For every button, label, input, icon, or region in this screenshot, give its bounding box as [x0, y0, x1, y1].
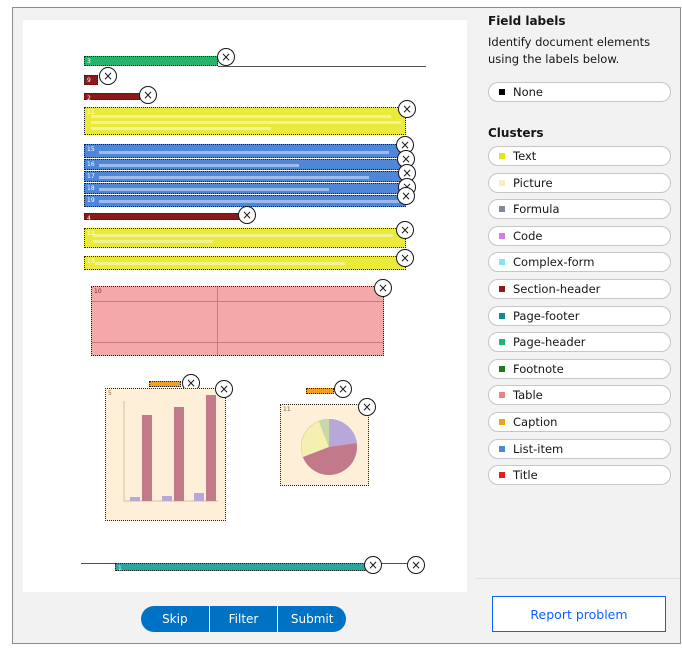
color-swatch [499, 445, 505, 452]
color-swatch [499, 179, 505, 186]
region-badge: 15 [87, 146, 95, 153]
label-option-picture[interactable]: Picture [488, 172, 671, 193]
color-swatch [499, 206, 505, 213]
region-page-header[interactable]: 3 [84, 56, 218, 66]
delete-region-button[interactable]: × [215, 380, 233, 398]
region-badge: 9 [87, 77, 91, 84]
delete-region-button[interactable]: × [397, 187, 415, 205]
color-swatch [499, 339, 505, 346]
delete-region-button[interactable]: × [217, 48, 235, 66]
region-list-item[interactable]: 18 [84, 183, 406, 194]
label-option-text: Picture [513, 175, 553, 190]
clusters-heading: Clusters [488, 126, 544, 140]
delete-region-button[interactable]: × [238, 206, 256, 224]
delete-region-button[interactable]: × [407, 556, 425, 574]
delete-region-button[interactable]: × [99, 67, 117, 85]
document-canvas: 3 × 9 × 2 × 11 × 15 × 16 × 17 × 18 × 19 [23, 20, 467, 592]
action-button-group: Skip Filter Submit [141, 606, 346, 632]
label-option-text: List-item [513, 441, 564, 456]
region-badge: 4 [87, 215, 91, 222]
delete-region-button[interactable]: × [398, 100, 416, 118]
label-option-none[interactable]: None [488, 82, 671, 102]
label-option-text[interactable]: Text [488, 146, 671, 166]
label-option-text: Footnote [513, 361, 564, 376]
bar-chart-picture [123, 395, 218, 502]
region-badge: 16 [87, 161, 95, 168]
region-badge: 1 [118, 565, 122, 572]
region-page-footer[interactable]: 1 [115, 563, 367, 572]
region-list-item[interactable]: 16 [84, 159, 406, 170]
delete-region-button[interactable]: × [364, 556, 382, 574]
skip-button[interactable]: Skip [141, 606, 210, 632]
submit-button[interactable]: Submit [278, 606, 346, 632]
label-option-formula[interactable]: Formula [488, 199, 671, 220]
pie-chart-picture [301, 418, 357, 475]
label-option-footnote[interactable]: Footnote [488, 358, 671, 379]
label-option-table[interactable]: Table [488, 385, 671, 406]
color-swatch [499, 472, 505, 479]
delete-region-button[interactable]: × [334, 380, 352, 398]
region-section-header[interactable]: 4 [84, 213, 240, 222]
region-section-header[interactable]: 9 [84, 75, 98, 85]
delete-region-button[interactable]: × [139, 86, 157, 104]
region-list-item[interactable]: 15 [84, 144, 406, 158]
label-option-page-footer[interactable]: Page-footer [488, 305, 671, 326]
label-option-text: Caption [513, 415, 558, 429]
color-swatch [499, 419, 505, 425]
label-option-list-item[interactable]: List-item [488, 438, 671, 459]
delete-region-button[interactable]: × [396, 221, 414, 239]
region-picture[interactable]: 11 [280, 404, 369, 486]
label-option-text: Text [513, 149, 537, 163]
label-option-section-header[interactable]: Section-header [488, 279, 671, 299]
report-problem-button[interactable]: Report problem [492, 596, 666, 632]
label-option-code[interactable]: Code [488, 225, 671, 246]
color-swatch [499, 232, 505, 239]
header-rule [218, 66, 426, 67]
color-swatch [499, 286, 505, 292]
color-swatch [499, 312, 505, 319]
region-list-item[interactable]: 17 [84, 171, 406, 182]
color-swatch [499, 392, 505, 399]
label-option-complex-form[interactable]: Complex-form [488, 252, 671, 273]
region-text[interactable]: 13 [84, 256, 406, 270]
label-option-text: Table [513, 388, 543, 403]
delete-region-button[interactable]: × [396, 249, 414, 267]
region-section-header[interactable]: 2 [84, 93, 140, 102]
region-badge: 19 [87, 197, 95, 204]
delete-region-button[interactable]: × [374, 279, 392, 297]
label-option-text: Complex-form [513, 255, 595, 270]
label-option-text: Title [513, 468, 538, 483]
label-option-page-header[interactable]: Page-header [488, 332, 671, 353]
delete-region-button[interactable]: × [358, 398, 376, 416]
label-option-text: None [513, 85, 544, 99]
color-swatch [499, 89, 505, 95]
region-text[interactable]: 11 [84, 107, 406, 135]
field-labels-description: Identify document elements using the lab… [488, 35, 651, 66]
label-option-text: Page-footer [513, 308, 580, 323]
label-option-text: Section-header [513, 282, 601, 296]
color-swatch [499, 365, 505, 372]
label-option-caption[interactable]: Caption [488, 412, 671, 432]
region-badge: 18 [87, 185, 95, 192]
labels-panel: Field labels Identify document elements … [488, 14, 672, 68]
region-text[interactable]: 12 [84, 228, 406, 248]
region-caption[interactable] [306, 388, 334, 394]
color-swatch [499, 153, 505, 159]
region-badge: 2 [87, 95, 91, 102]
panel-divider [476, 578, 680, 579]
region-badge: 10 [94, 288, 102, 295]
region-badge: 13 [87, 258, 95, 265]
region-table[interactable]: 10 [91, 286, 384, 356]
region-badge: 3 [87, 58, 91, 65]
label-option-text: Code [513, 228, 543, 243]
region-badge: 17 [87, 173, 95, 180]
label-option-text: Page-header [513, 335, 586, 350]
field-labels-heading: Field labels [488, 14, 566, 28]
filter-button[interactable]: Filter [210, 606, 279, 632]
color-swatch [499, 259, 505, 266]
label-option-text: Formula [513, 202, 560, 217]
region-caption[interactable] [149, 381, 181, 387]
label-option-title[interactable]: Title [488, 465, 671, 486]
region-picture[interactable]: 5 [105, 388, 226, 521]
